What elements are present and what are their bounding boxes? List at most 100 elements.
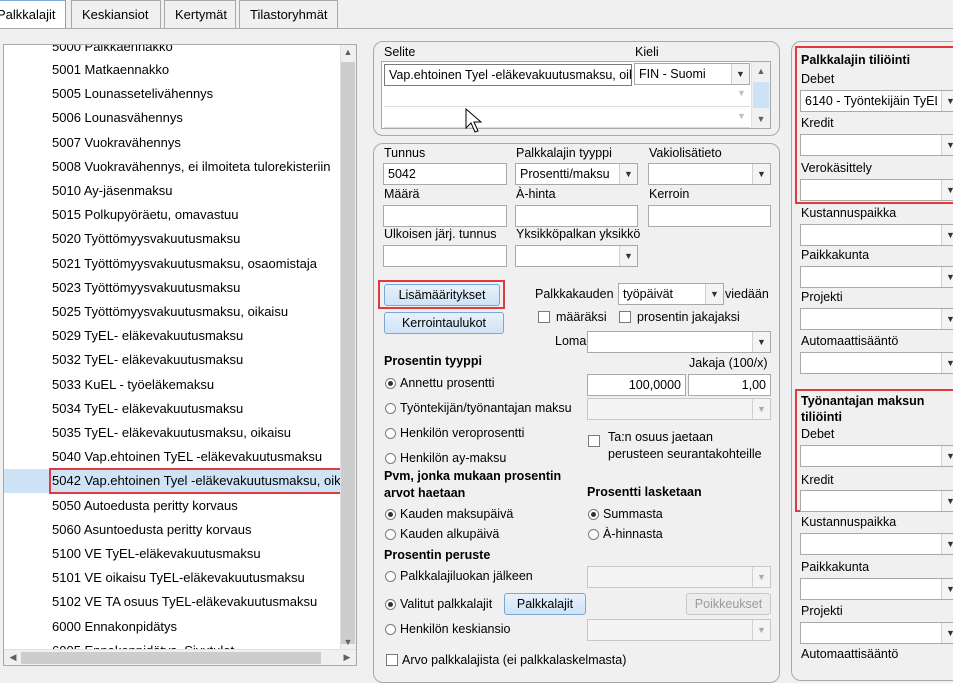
chevron-down-icon[interactable]: ▼ (752, 399, 770, 419)
paikkakunta-select[interactable]: ▼ (800, 266, 953, 288)
chevron-down-icon[interactable]: ▼ (941, 91, 953, 111)
kredit2-select[interactable]: ▼ (800, 490, 953, 512)
tyontekijan-maksu-radio[interactable] (385, 403, 396, 414)
list-item[interactable]: 5050 Autoedusta peritty korvaus (4, 494, 342, 518)
chevron-down-icon[interactable]: ▼ (941, 267, 953, 287)
scroll-down-icon[interactable]: ▼ (754, 114, 768, 124)
list-item[interactable]: 5007 Vuokravähennys (4, 131, 342, 155)
projekti-select[interactable]: ▼ (800, 308, 953, 330)
kredit-select[interactable]: ▼ (800, 134, 953, 156)
arvo-palkkalajista-checkbox[interactable] (386, 654, 398, 666)
kustannuspaikka-select[interactable]: ▼ (800, 224, 953, 246)
chevron-down-icon[interactable]: ▼ (619, 164, 637, 184)
selite-empty-row[interactable] (384, 86, 750, 107)
scroll-up-icon[interactable]: ▲ (341, 47, 355, 57)
verokasittely-select[interactable]: ▼ (800, 179, 953, 201)
maksu-select[interactable]: ▼ (587, 398, 771, 420)
scroll-left-icon[interactable]: ◀ (6, 652, 20, 663)
list-item[interactable]: 5032 TyEL- eläkevakuutusmaksu (4, 348, 342, 372)
ahinnasta-radio[interactable] (588, 529, 599, 540)
tab-palkkalajit[interactable]: Palkkalajit (0, 0, 66, 29)
loma-select[interactable]: ▼ (587, 331, 771, 353)
list-item[interactable]: 5102 VE TA osuus TyEL-eläkevakuutusmaksu (4, 590, 342, 614)
kauden-maksupaiva-radio[interactable] (385, 509, 396, 520)
debet2-select[interactable]: ▼ (800, 445, 953, 467)
chevron-down-icon[interactable]: ▼ (731, 64, 749, 84)
list-item[interactable]: 6000 Ennakonpidätys (4, 615, 342, 639)
chevron-down-icon[interactable]: ▼ (941, 446, 953, 466)
list-item[interactable]: 5023 Työttömyysvakuutusmaksu (4, 276, 342, 300)
list-item[interactable]: 5035 TyEL- eläkevakuutusmaksu, oikaisu (4, 421, 342, 445)
ahinta-input[interactable] (515, 205, 638, 227)
tab-keskiansiot[interactable]: Keskiansiot (71, 0, 161, 29)
chevron-down-icon[interactable]: ▼ (941, 309, 953, 329)
list-vscroll-thumb[interactable] (341, 62, 355, 644)
automaattisaanto-select[interactable]: ▼ (800, 352, 953, 374)
list-item[interactable]: 5008 Vuokravähennys, ei ilmoiteta tulore… (4, 155, 342, 179)
summasta-radio[interactable] (588, 509, 599, 520)
keskiansio-select[interactable]: ▼ (587, 619, 771, 641)
lisamaaritykset-button[interactable]: Lisämääritykset (384, 284, 500, 306)
list-item[interactable]: 5021 Työttömyysvakuutusmaksu, osaomistaj… (4, 252, 342, 276)
tab-tilastoryhmat[interactable]: Tilastoryhmät (239, 0, 338, 29)
list-item[interactable]: 5006 Lounasvähennys (4, 106, 342, 130)
list-item[interactable]: 5005 Lounassetelivähennys (4, 82, 342, 106)
palkkalajiluokka-select[interactable]: ▼ (587, 566, 771, 588)
valitut-palkkalajit-radio[interactable] (385, 599, 396, 610)
chevron-down-icon[interactable]: ▼ (941, 579, 953, 599)
list-item[interactable]: 5025 Työttömyysvakuutusmaksu, oikaisu (4, 300, 342, 324)
list-item[interactable]: 5034 TyEL- eläkevakuutusmaksu (4, 397, 342, 421)
chevron-down-icon[interactable]: ▼ (619, 246, 637, 266)
chevron-down-icon[interactable]: ▼ (752, 332, 770, 352)
henkilon-veroprosentti-radio[interactable] (385, 428, 396, 439)
tunnus-input[interactable]: 5042 (383, 163, 507, 185)
kerroin-input[interactable] (648, 205, 771, 227)
vakio-select[interactable]: ▼ (648, 163, 771, 185)
selite-empty-row[interactable] (384, 107, 750, 128)
chevron-down-icon[interactable]: ▼ (941, 623, 953, 643)
projekti2-select[interactable]: ▼ (800, 622, 953, 644)
paikkakunta2-select[interactable]: ▼ (800, 578, 953, 600)
chevron-down-icon[interactable]: ▼ (705, 284, 723, 304)
chevron-down-icon[interactable]: ▼ (752, 620, 770, 640)
kerrointaulukot-button[interactable]: Kerrointaulukot (384, 312, 504, 334)
chevron-down-icon[interactable]: ▼ (752, 567, 770, 587)
chevron-down-icon[interactable]: ▼ (941, 135, 953, 155)
list-item[interactable]: 5001 Matkaennakko (4, 58, 342, 82)
maaraksi-checkbox[interactable] (538, 311, 550, 323)
list-item[interactable]: 5033 KuEL - työeläkemaksu (4, 373, 342, 397)
palkkalaji-list[interactable]: 5000 Palkkaennakko 5001 Matkaennakko 5005 … (3, 44, 357, 666)
annettu-prosentti-radio[interactable] (385, 378, 396, 389)
palkkakauden-select[interactable]: työpäivät ▼ (618, 283, 724, 305)
prosentin-jakajaksi-checkbox[interactable] (619, 311, 631, 323)
list-item[interactable]: 5010 Ay-jäsenmaksu (4, 179, 342, 203)
henkilon-keskiansio-radio[interactable] (385, 624, 396, 635)
palkkalajiluokan-jalkeen-radio[interactable] (385, 571, 396, 582)
chevron-down-icon[interactable]: ▼ (941, 180, 953, 200)
list-item[interactable]: 5020 Työttömyysvakuutusmaksu (4, 227, 342, 251)
chevron-down-icon[interactable]: ▼ (941, 491, 953, 511)
chevron-down-icon[interactable]: ▼ (941, 225, 953, 245)
scroll-up-icon[interactable]: ▲ (754, 66, 768, 76)
list-item[interactable]: 5000 Palkkaennakko (4, 45, 342, 59)
chevron-down-icon[interactable]: ▼ (941, 534, 953, 554)
list-item[interactable]: 5015 Polkupyöräetu, omavastuu (4, 203, 342, 227)
list-item[interactable]: 5060 Asuntoedusta peritty korvaus (4, 518, 342, 542)
yksikko-select[interactable]: ▼ (515, 245, 638, 267)
selite-scroll-thumb[interactable] (753, 82, 769, 108)
prosentti-input[interactable]: 100,0000 (587, 374, 686, 396)
henkilon-ay-maksu-radio[interactable] (385, 453, 396, 464)
list-item[interactable]: 5029 TyEL- eläkevakuutusmaksu (4, 324, 342, 348)
list-item[interactable]: 5100 VE TyEL-eläkevakuutusmaksu (4, 542, 342, 566)
list-hscroll-thumb[interactable] (21, 652, 321, 664)
ulkoinen-input[interactable] (383, 245, 507, 267)
chevron-down-icon[interactable]: ▼ (752, 164, 770, 184)
poikkeukset-button[interactable]: Poikkeukset (686, 593, 771, 615)
maara-input[interactable] (383, 205, 507, 227)
list-item[interactable]: 5040 Vap.ehtoinen TyEL -eläkevakuutusmak… (4, 445, 342, 469)
tyyppi-select[interactable]: Prosentti/maksu ▼ (515, 163, 638, 185)
chevron-down-icon[interactable]: ▼ (941, 353, 953, 373)
tab-kertymat[interactable]: Kertymät (164, 0, 236, 29)
list-vscrollbar[interactable]: ▲ ▼ (340, 45, 356, 649)
tan-osuus-checkbox[interactable] (588, 435, 600, 447)
